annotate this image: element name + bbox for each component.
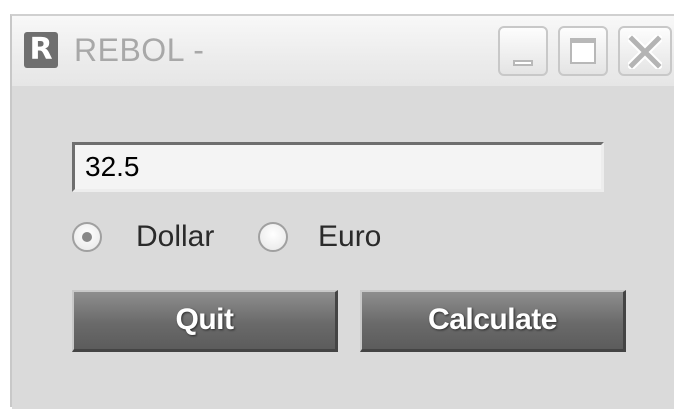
dollar-label[interactable]: Dollar <box>136 220 214 254</box>
close-button[interactable] <box>618 26 672 76</box>
app-window: R REBOL - Dollar Euro Quit Calculate <box>10 14 674 409</box>
window-content: Dollar Euro Quit Calculate <box>12 86 674 409</box>
euro-radio[interactable] <box>258 222 288 252</box>
title-bar[interactable]: R REBOL - <box>12 16 674 87</box>
window-title: REBOL - <box>74 32 205 68</box>
close-icon <box>628 35 662 69</box>
rebol-logo-icon: R <box>24 32 58 68</box>
euro-label[interactable]: Euro <box>318 220 381 254</box>
amount-input[interactable] <box>72 142 604 192</box>
quit-button[interactable]: Quit <box>72 290 338 352</box>
minimize-icon <box>513 60 533 66</box>
maximize-icon <box>570 38 596 64</box>
maximize-button[interactable] <box>558 26 608 76</box>
calculate-button[interactable]: Calculate <box>360 290 626 352</box>
minimize-button[interactable] <box>498 26 548 76</box>
radio-selected-dot <box>82 232 92 242</box>
dollar-radio[interactable] <box>72 222 102 252</box>
